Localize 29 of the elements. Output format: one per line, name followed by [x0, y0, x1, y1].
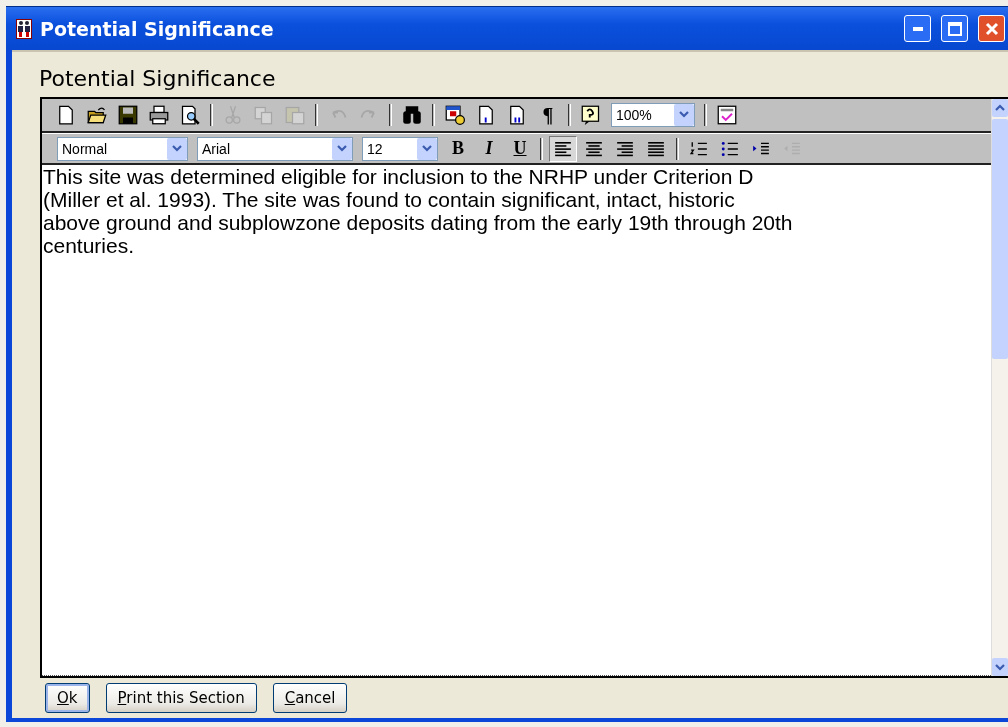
window-title: Potential Significance [40, 17, 274, 40]
minimize-button[interactable] [904, 15, 931, 42]
document-text: This site was determined eligible for inclusion to the NRHP under Criterion D (Miller et al. 1993). The site was found to contain significant, intact, historic above ground and subplowzone deposits dating from the early 19th through 20th centuries. [42, 165, 794, 257]
align-left-button[interactable] [549, 135, 577, 162]
align-right-icon [616, 139, 634, 158]
zoom-dropdown[interactable]: 100% [611, 103, 695, 127]
align-center-icon [585, 139, 603, 158]
paragraph-marks-button[interactable]: ¶ [534, 102, 562, 128]
italic-button[interactable]: I [475, 135, 503, 162]
minimize-icon [912, 26, 923, 31]
section-heading: Potential Significance [39, 65, 277, 93]
scroll-up-icon[interactable] [995, 104, 1005, 112]
close-button[interactable] [978, 15, 1005, 42]
app-icon [16, 18, 32, 39]
justify-icon [647, 139, 665, 158]
underline-button[interactable]: U [506, 135, 534, 162]
maximize-icon [947, 21, 962, 36]
maximize-button[interactable] [941, 15, 968, 42]
align-left-icon [554, 139, 572, 158]
font-size-dropdown[interactable]: 12 [362, 136, 438, 161]
print-section-button[interactable]: Print this Section [105, 683, 257, 713]
ok-button[interactable]: Ok [45, 683, 90, 713]
font-dropdown[interactable]: Arial [197, 136, 353, 161]
vertical-scrollbar[interactable] [991, 99, 1008, 676]
style-dropdown[interactable]: Normal [57, 136, 188, 161]
close-icon [984, 21, 999, 36]
bold-button[interactable]: B [444, 135, 472, 162]
scroll-down-icon[interactable] [995, 663, 1005, 671]
cancel-button[interactable]: Cancel [272, 683, 348, 713]
